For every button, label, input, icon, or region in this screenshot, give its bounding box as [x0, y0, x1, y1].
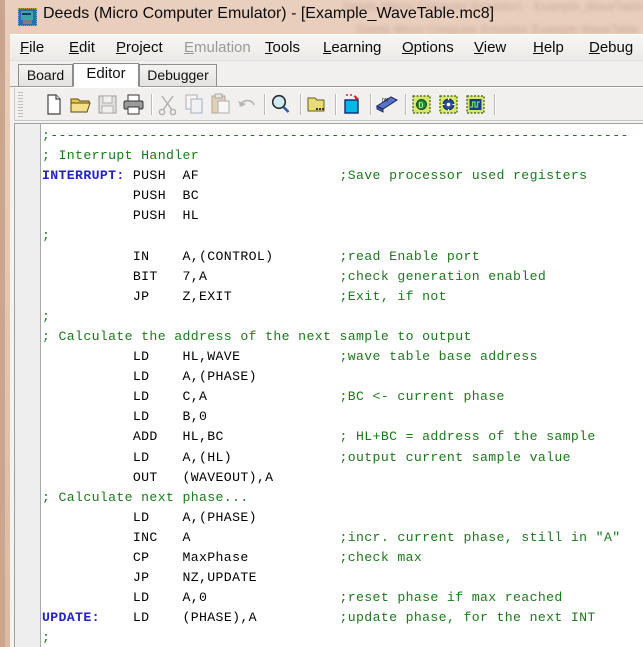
settings-chip-icon[interactable]	[436, 92, 461, 117]
menu-item-help[interactable]: Help	[531, 38, 566, 57]
print-icon[interactable]	[121, 92, 146, 117]
editor-gutter	[15, 124, 41, 647]
client-area: File Edit Project Emulation Tools Learning Opt…	[10, 34, 643, 647]
source-code[interactable]: ;---------------------------------------…	[42, 126, 643, 647]
open-folder-icon[interactable]	[68, 92, 93, 117]
code-scroll-area[interactable]: ;---------------------------------------…	[42, 124, 643, 647]
menu-mnemonic: T	[265, 39, 273, 56]
menu-mnemonic: P	[116, 39, 127, 56]
menu-item-debug[interactable]: Debug	[587, 38, 635, 57]
save-disk-icon	[95, 92, 120, 117]
menu-item-label: roject	[126, 39, 163, 56]
tab-editor[interactable]: Editor	[73, 63, 139, 87]
menu-mnemonic: D	[589, 39, 600, 56]
tab-board[interactable]: Board	[18, 64, 73, 86]
menu-bar: File Edit Project Emulation Tools Learning Opt…	[10, 35, 643, 61]
menu-item-label: earning	[331, 39, 382, 56]
menu-mnemonic: F	[20, 39, 30, 56]
tab-label: Debugger	[147, 67, 209, 83]
search-magnifier-icon[interactable]	[268, 92, 293, 117]
menu-item-label: ptions	[413, 39, 454, 56]
menu-item-label: ile	[29, 39, 45, 56]
application-window: Deeds (Micro Computer Emulator) - Exampl…	[0, 0, 643, 647]
menu-item-label: ebug	[599, 39, 634, 56]
cut-scissors-icon	[155, 92, 180, 117]
menu-item-label: mulation	[194, 39, 251, 56]
title-bar[interactable]: Deeds (Micro Computer Emulator) - Exampl…	[5, 0, 643, 36]
undo-arrow-icon	[234, 92, 259, 117]
menu-item-view[interactable]: View	[472, 38, 508, 57]
tab-debugger[interactable]: Debugger	[139, 64, 217, 86]
menu-item-label: iew	[483, 39, 507, 56]
menu-item-label: ools	[272, 39, 301, 56]
tab-strip: Board Editor Debugger	[10, 61, 643, 87]
paste-icon	[208, 92, 233, 117]
copy-icon	[182, 92, 207, 117]
menu-item-learning[interactable]: Learning	[321, 38, 383, 57]
project-folder-icon[interactable]	[304, 92, 329, 117]
compile-icon[interactable]	[339, 92, 364, 117]
window-title: Deeds (Micro Computer Emulator) - [Examp…	[43, 5, 495, 22]
menu-item-options[interactable]: Options	[400, 38, 456, 57]
toolbar-separator	[300, 94, 302, 115]
code-editor[interactable]: ;---------------------------------------…	[14, 123, 643, 647]
menu-mnemonic: H	[533, 39, 544, 56]
svg-text:D: D	[419, 101, 424, 110]
menu-mnemonic: E	[69, 39, 80, 56]
wave-chip-icon[interactable]	[463, 92, 488, 117]
debug-chip-icon[interactable]: D	[409, 92, 434, 117]
tab-label: Editor	[86, 65, 126, 82]
toolbar-separator	[335, 94, 337, 115]
toolbar-separator	[264, 94, 266, 115]
toolbar-separator	[494, 94, 496, 115]
menu-item-label: dit	[79, 39, 95, 56]
toolbar-grip[interactable]	[18, 92, 23, 118]
svg-text:DM: DM	[382, 98, 388, 104]
menu-item-label: elp	[543, 39, 564, 56]
tab-label: Board	[26, 67, 65, 83]
toolbar-separator	[151, 94, 153, 115]
menu-mnemonic: E	[184, 39, 195, 56]
deeds-app-icon	[18, 8, 37, 26]
menu-item-tools[interactable]: Tools	[263, 38, 302, 57]
toolbar-separator	[405, 94, 407, 115]
menu-item-file[interactable]: File	[18, 38, 46, 57]
menu-item-edit[interactable]: Edit	[67, 38, 97, 57]
new-file-icon[interactable]	[41, 92, 66, 117]
memory-chip-icon[interactable]: DM	[374, 92, 399, 117]
menu-item-project[interactable]: Project	[114, 38, 165, 57]
menu-mnemonic: O	[402, 39, 414, 56]
menu-mnemonic: V	[474, 39, 484, 56]
toolbar-separator	[370, 94, 372, 115]
menu-item-emulation: Emulation	[182, 38, 253, 57]
toolbar: DM D	[14, 87, 643, 121]
